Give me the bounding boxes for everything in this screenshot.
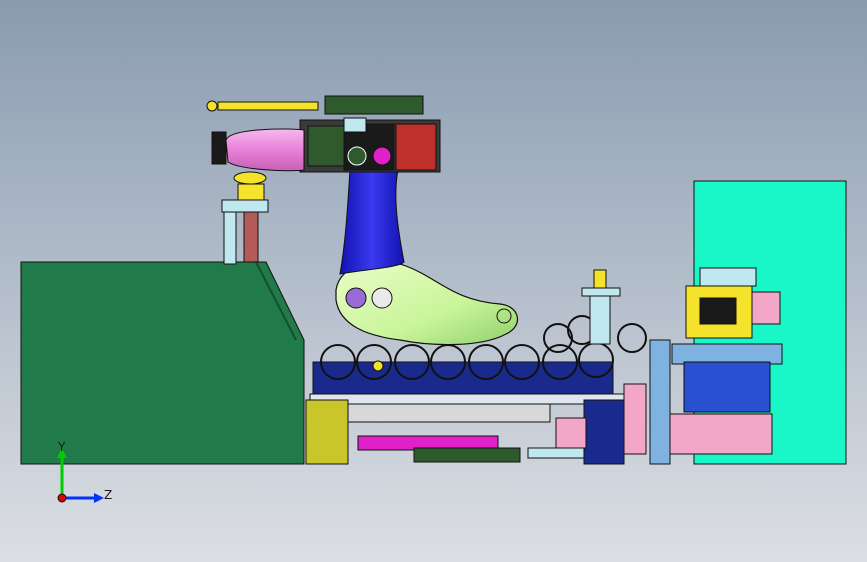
triad-z-label: Z <box>104 488 113 502</box>
robot-lower-arm[interactable] <box>335 260 518 346</box>
press-machine[interactable] <box>649 267 783 465</box>
tool-pedestal-right[interactable] <box>581 269 621 345</box>
robot-upper-column[interactable] <box>339 169 405 275</box>
cad-model-view[interactable] <box>0 0 867 562</box>
safety-guard-left[interactable] <box>20 261 305 465</box>
robot-head[interactable] <box>299 95 441 173</box>
robot-forearm[interactable] <box>206 100 319 172</box>
tool-pedestal-left[interactable] <box>221 171 269 265</box>
triad-y-label: Y <box>58 440 66 454</box>
cad-viewport[interactable]: Y Z <box>0 0 867 562</box>
